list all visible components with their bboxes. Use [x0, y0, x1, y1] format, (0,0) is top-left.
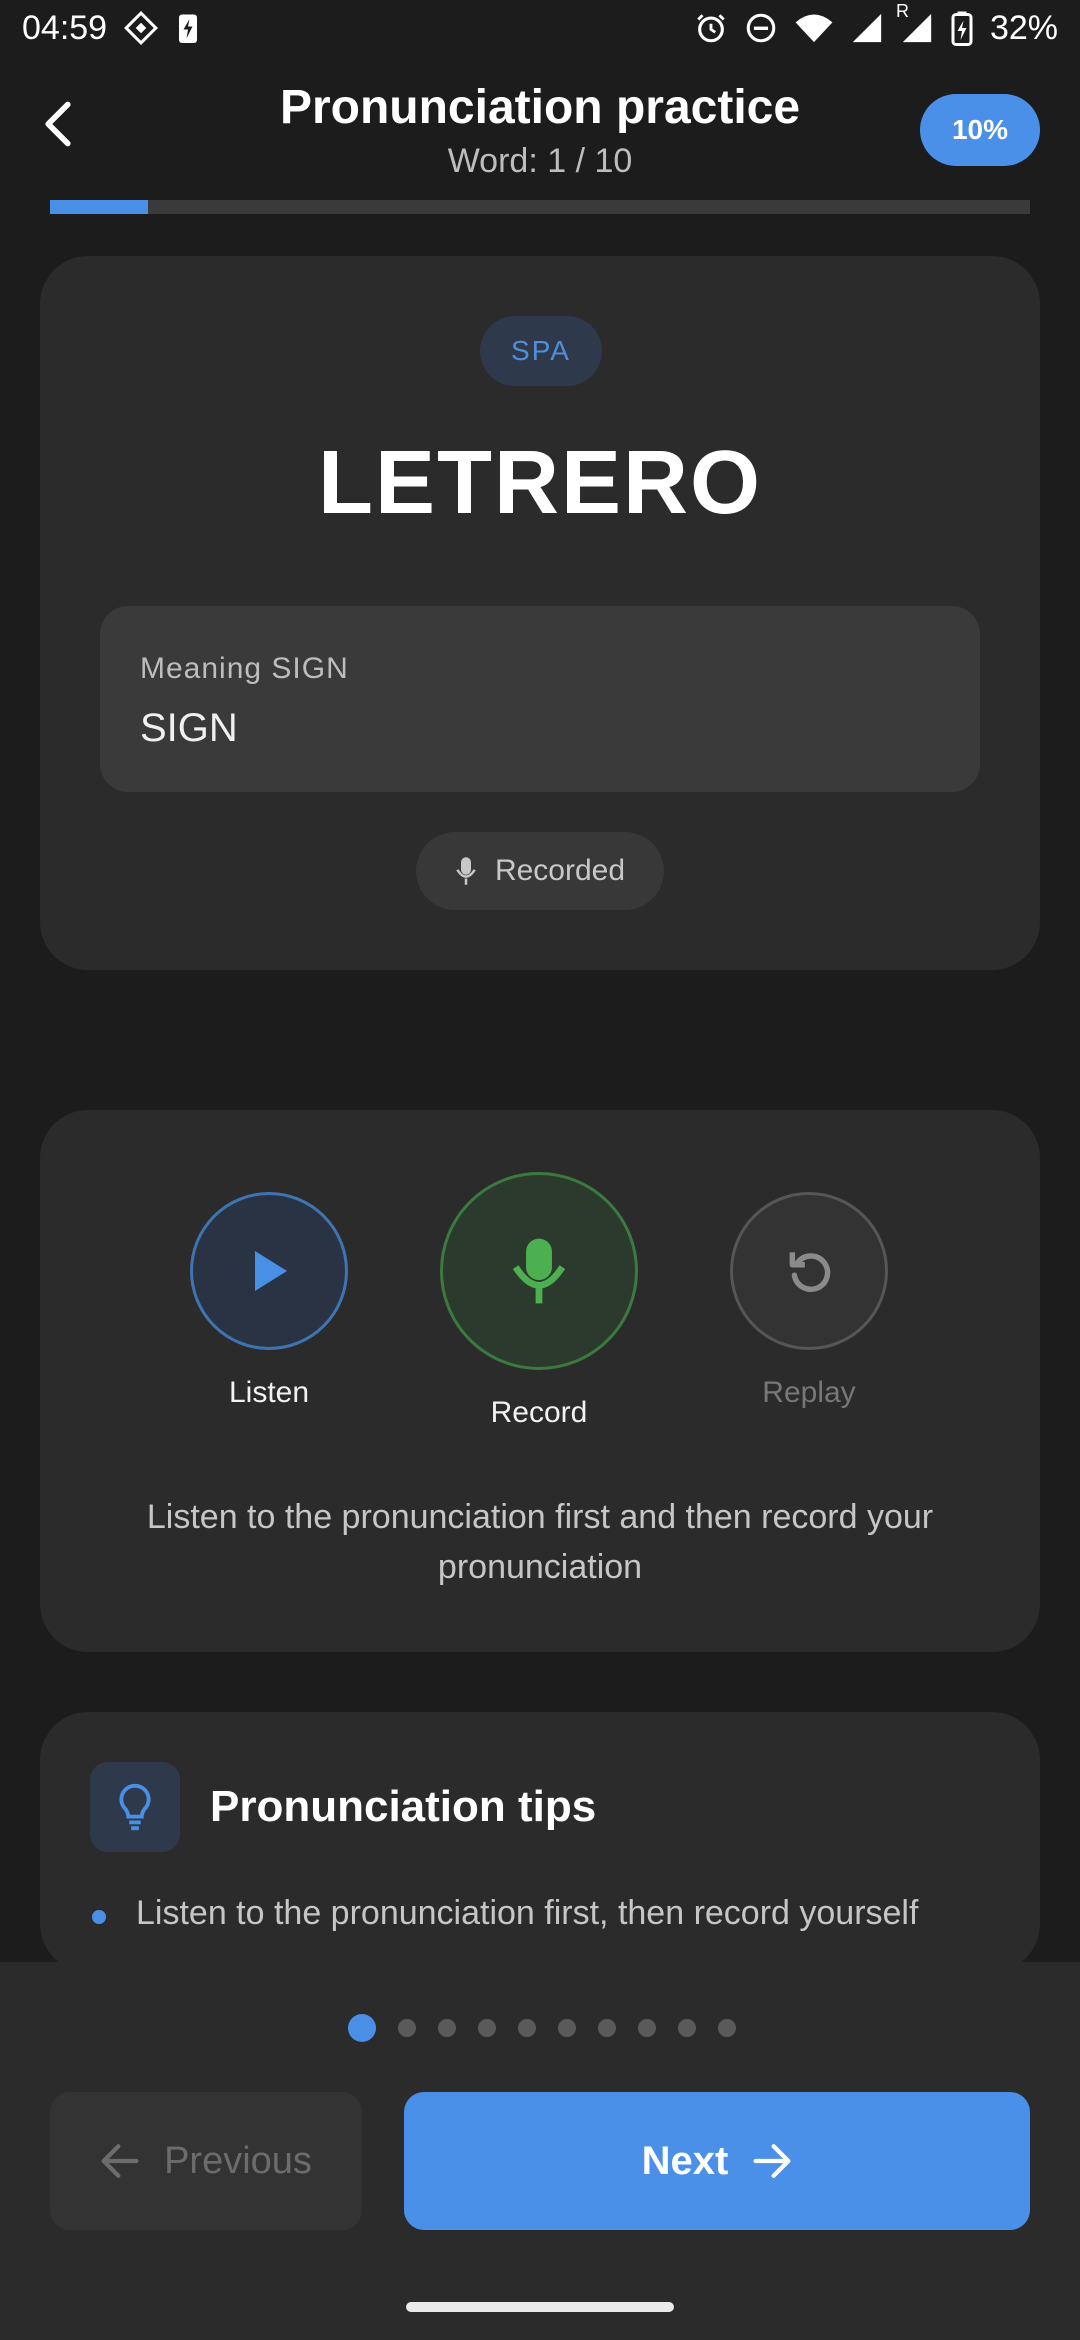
progress-badge: 10% [920, 94, 1040, 166]
meaning-value: SIGN [140, 706, 238, 750]
tip-bullet [92, 1910, 106, 1924]
meaning-box: Meaning SIGN SIGN [100, 606, 980, 792]
recorded-status-badge: Recorded [416, 832, 664, 910]
previous-label: Previous [164, 2139, 312, 2182]
app-notification-icon [123, 10, 159, 46]
app-header: Pronunciation practice Word: 1 / 10 10% [0, 70, 1080, 190]
alarm-icon [694, 11, 728, 45]
status-bar: 04:59 R 32% [0, 0, 1080, 56]
language-badge: SPA [480, 316, 602, 386]
page-dot [438, 2019, 456, 2037]
replay-icon [789, 1252, 831, 1293]
page-dot [478, 2019, 496, 2037]
audio-controls-card: Listen Record Replay Listen to the pronu… [40, 1110, 1040, 1652]
page-title: Pronunciation practice [279, 81, 801, 134]
listen-label: Listen [228, 1376, 310, 1409]
record-label: Record [490, 1396, 588, 1429]
page-dot [638, 2019, 656, 2037]
page-dot [718, 2019, 736, 2037]
play-icon [255, 1251, 287, 1291]
roaming-signal-icon: R [896, 1, 934, 45]
do-not-disturb-icon [744, 11, 778, 45]
next-button[interactable]: Next [404, 2092, 1030, 2230]
tips-icon-box [90, 1762, 180, 1852]
tip-item: Listen to the pronunciation first, then … [136, 1894, 919, 1932]
page-indicator [0, 2014, 1080, 2042]
target-word: LETRERO [317, 433, 762, 533]
signal-icon [850, 11, 884, 45]
page-dot [678, 2019, 696, 2037]
progress-bar-fill [50, 200, 148, 214]
page-dot-active [348, 2014, 376, 2042]
battery-charging-icon [950, 10, 974, 46]
replay-label: Replay [762, 1376, 856, 1409]
roaming-mark: R [895, 1, 909, 21]
status-time: 04:59 [22, 8, 108, 47]
record-button[interactable] [440, 1172, 638, 1370]
page-dot [598, 2019, 616, 2037]
page-dot [558, 2019, 576, 2037]
progress-bar [50, 200, 1030, 214]
microphone-icon [456, 857, 476, 885]
instruction-text: Listen to the pronunciation first and th… [146, 1498, 934, 1586]
meaning-label: Meaning SIGN [140, 652, 349, 685]
pronunciation-tips-card: Pronunciation tips Listen to the pronunc… [40, 1712, 1040, 1972]
bottom-navigation-panel: Previous Next [0, 1962, 1080, 2340]
replay-button[interactable] [730, 1192, 888, 1350]
next-label: Next [641, 2138, 729, 2183]
battery-percent: 32% [989, 8, 1058, 47]
recorded-label: Recorded [494, 854, 626, 887]
word-card: SPA LETRERO Meaning SIGN SIGN Recorded [40, 256, 1040, 970]
arrow-right-icon [753, 2144, 791, 2178]
page-dot [518, 2019, 536, 2037]
microphone-icon [513, 1238, 565, 1304]
arrow-left-icon [101, 2144, 139, 2178]
lightbulb-icon [119, 1783, 151, 1831]
tips-title: Pronunciation tips [210, 1782, 597, 1831]
home-indicator[interactable] [406, 2302, 674, 2312]
wifi-icon [794, 11, 834, 45]
word-counter: Word: 1 / 10 [447, 142, 633, 180]
previous-button[interactable]: Previous [50, 2092, 362, 2230]
page-dot [398, 2019, 416, 2037]
battery-saver-icon [175, 10, 201, 46]
listen-button[interactable] [190, 1192, 348, 1350]
